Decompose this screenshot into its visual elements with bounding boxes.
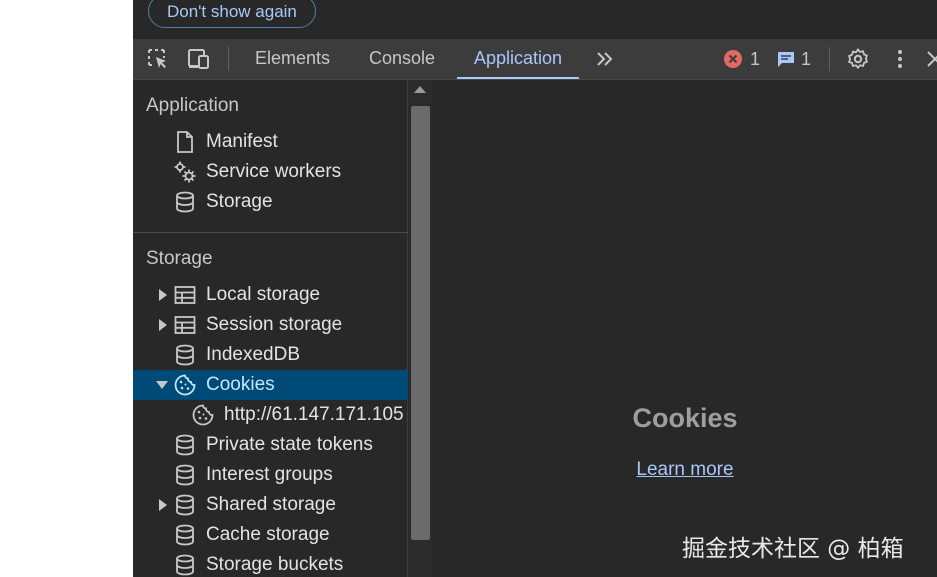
inspect-element-icon[interactable] — [146, 47, 170, 71]
sidebar-item-shared-storage[interactable]: Shared storage — [133, 490, 408, 520]
sidebar-item-storage-buckets[interactable]: Storage buckets — [133, 550, 408, 577]
section-title-storage: Storage — [146, 248, 213, 269]
sidebar-item-local-storage[interactable]: Local storage — [133, 280, 408, 310]
sidebar-scrollbar[interactable] — [408, 80, 433, 577]
scrollbar-thumb[interactable] — [411, 106, 430, 540]
cookie-icon — [192, 404, 214, 426]
expand-arrow-icon[interactable] — [159, 499, 167, 511]
infobar: Don't show again — [133, 0, 937, 39]
section-divider — [133, 232, 408, 233]
sidebar-item-cookies[interactable]: Cookies — [133, 370, 408, 400]
error-icon[interactable] — [723, 49, 743, 69]
sidebar-item-storage[interactable]: Storage — [133, 187, 408, 217]
sidebar-item-label: Private state tokens — [206, 434, 373, 455]
sidebar-item-label: Session storage — [206, 314, 343, 335]
database-icon — [176, 344, 194, 366]
collapse-arrow-icon[interactable] — [156, 381, 168, 389]
database-icon — [176, 464, 194, 486]
close-icon[interactable] — [923, 47, 937, 71]
sidebar-item-label: Cookies — [206, 374, 275, 395]
sidebar-item-indexeddb[interactable]: IndexedDB — [133, 340, 408, 370]
sidebar-item-label: Cache storage — [206, 524, 330, 545]
message-icon[interactable] — [776, 49, 796, 69]
database-icon — [176, 434, 194, 456]
table-icon — [174, 316, 196, 334]
database-icon — [176, 191, 194, 213]
devtools-window: Don't show again Elements Console Applic… — [133, 0, 937, 577]
sidebar-item-cache-storage[interactable]: Cache storage — [133, 520, 408, 550]
sidebar-item-label: Local storage — [206, 284, 321, 305]
database-icon — [176, 524, 194, 546]
kebab-menu-icon[interactable] — [888, 47, 912, 71]
sidebar-item-session-storage[interactable]: Session storage — [133, 310, 408, 340]
toolbar-divider — [228, 47, 229, 71]
database-icon — [176, 494, 194, 516]
sidebar-item-label: Shared storage — [206, 494, 336, 515]
sidebar-item-cookie-origin[interactable]: http://61.147.171.105 — [133, 400, 408, 430]
expand-arrow-icon[interactable] — [159, 319, 167, 331]
cookies-main-panel: Cookies Learn more — [433, 80, 937, 577]
sidebar-item-label: Interest groups — [206, 464, 333, 485]
gears-icon — [174, 161, 196, 183]
application-sidebar: Application Manifest Service workers Sto… — [133, 80, 408, 577]
sidebar-item-label: Storage buckets — [206, 554, 344, 575]
sidebar-item-label: Storage — [206, 191, 273, 212]
tab-console[interactable]: Console — [352, 39, 452, 79]
sidebar-item-label: IndexedDB — [206, 344, 301, 365]
message-count[interactable]: 1 — [801, 39, 811, 79]
section-title-application: Application — [146, 95, 239, 116]
error-count[interactable]: 1 — [750, 39, 760, 79]
more-tabs-chevron-icon[interactable] — [593, 47, 617, 71]
learn-more-link[interactable]: Learn more — [433, 459, 937, 481]
table-icon — [174, 286, 196, 304]
file-icon — [177, 131, 193, 153]
database-icon — [176, 554, 194, 576]
sidebar-item-label: Service workers — [206, 161, 342, 182]
sidebar-item-interest-groups[interactable]: Interest groups — [133, 460, 408, 490]
tab-application[interactable]: Application — [457, 39, 580, 79]
devtools-toolbar: Elements Console Application 1 1 — [133, 39, 937, 80]
empty-state-title: Cookies — [632, 403, 738, 433]
scroll-up-arrow-icon[interactable] — [414, 86, 426, 93]
dont-show-again-button[interactable]: Don't show again — [148, 0, 316, 28]
sidebar-item-service-workers[interactable]: Service workers — [133, 157, 408, 187]
toolbar-divider — [829, 47, 830, 71]
sidebar-item-private-state-tokens[interactable]: Private state tokens — [133, 430, 408, 460]
device-toolbar-icon[interactable] — [187, 47, 211, 71]
cookie-icon — [174, 374, 196, 396]
sidebar-item-label: http://61.147.171.105 — [224, 404, 404, 425]
expand-arrow-icon[interactable] — [159, 289, 167, 301]
settings-gear-icon[interactable] — [846, 47, 870, 71]
sidebar-item-label: Manifest — [206, 131, 278, 152]
watermark: 掘金技术社区 @ 柏箱 — [682, 536, 904, 562]
sidebar-item-manifest[interactable]: Manifest — [133, 127, 408, 157]
tab-elements[interactable]: Elements — [238, 39, 347, 79]
